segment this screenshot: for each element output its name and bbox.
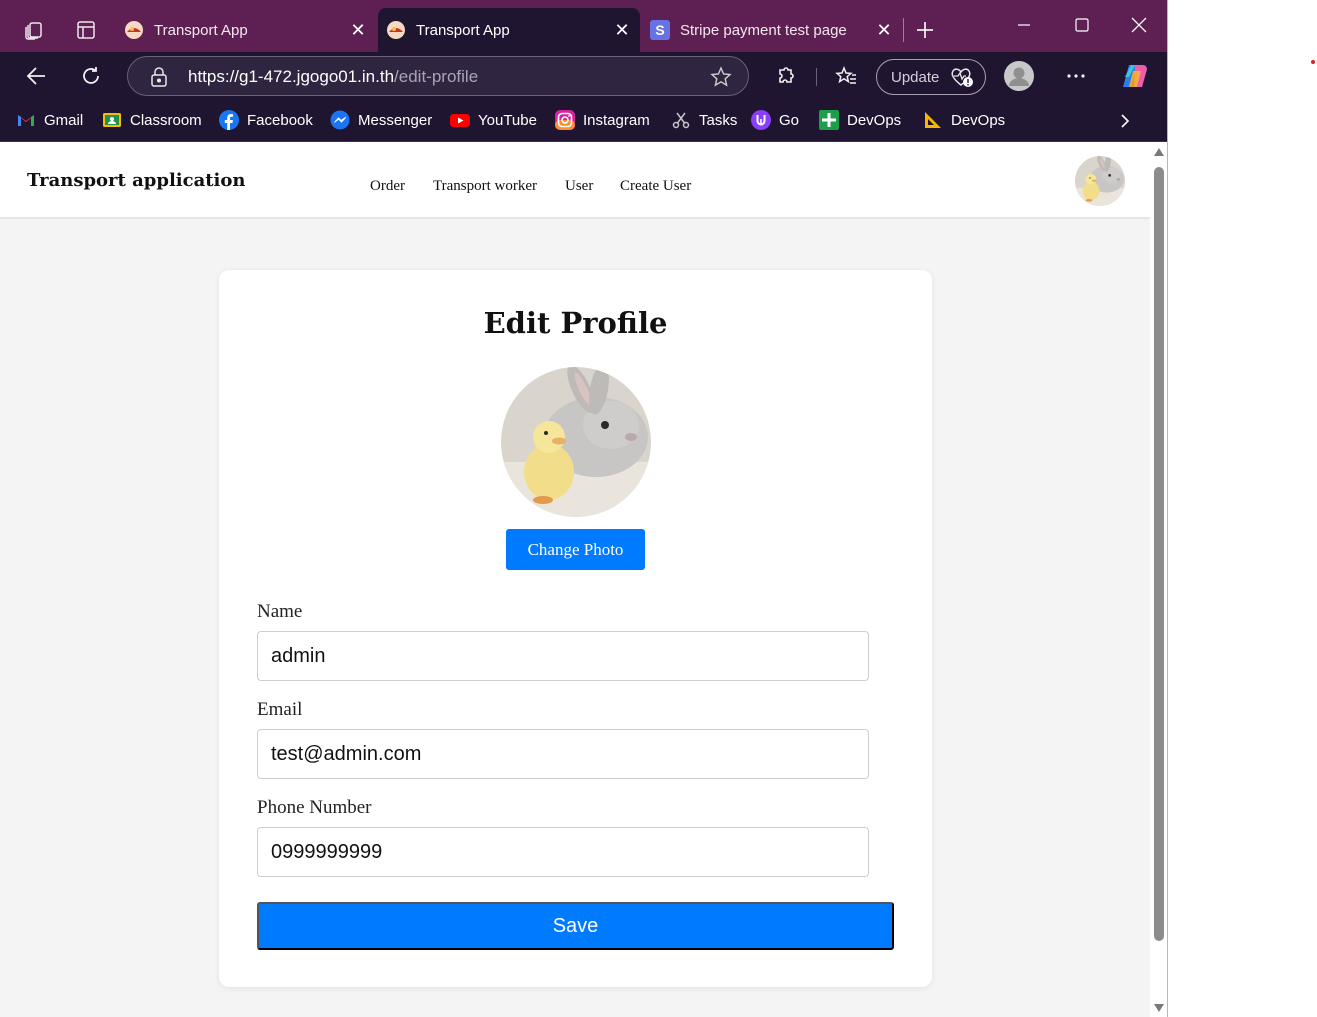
bookmark-go[interactable]: Go: [751, 108, 799, 132]
tab-actions-icon[interactable]: [66, 10, 106, 50]
tab-transport-app-2[interactable]: Transport App ✕: [378, 8, 640, 52]
profile-photo: [501, 367, 651, 517]
tab-transport-app-1[interactable]: Transport App ✕: [114, 8, 376, 52]
favorites-icon[interactable]: [826, 56, 866, 96]
email-label: Email: [257, 699, 303, 720]
edit-profile-card: Edit Profile Change Photo Name admin Ema…: [219, 270, 932, 987]
close-window-icon[interactable]: [1111, 2, 1167, 48]
save-button[interactable]: Save: [257, 902, 894, 950]
tab-title: Transport App: [416, 21, 510, 39]
refresh-icon[interactable]: [71, 56, 111, 96]
tab-title: Transport App: [154, 21, 248, 39]
bookmark-instagram[interactable]: Instagram: [555, 108, 650, 132]
new-tab-icon[interactable]: [906, 12, 944, 48]
transport-app-favicon-icon: [387, 21, 405, 39]
svg-text:S: S: [655, 22, 664, 38]
address-bar[interactable]: https://g1-472.jgogo01.in.th/edit-profil…: [127, 56, 749, 96]
workspaces-icon[interactable]: [14, 10, 54, 50]
toolbar-divider: [816, 68, 817, 86]
more-options-icon[interactable]: [1056, 56, 1096, 96]
gmail-icon: [18, 115, 34, 126]
profile-avatar-icon[interactable]: [999, 56, 1039, 96]
scroll-down-icon[interactable]: [1153, 1003, 1165, 1013]
browser-health-icon: [951, 68, 974, 87]
minimize-icon[interactable]: [996, 2, 1052, 48]
notification-dot: [1311, 60, 1315, 64]
close-tab-icon[interactable]: ✕: [610, 18, 634, 42]
devops-ruler-icon: [925, 112, 941, 128]
browser-toolbar: https://g1-472.jgogo01.in.th/edit-profil…: [0, 52, 1167, 100]
bookmark-youtube[interactable]: YouTube: [450, 108, 537, 132]
stripe-favicon-icon: S: [650, 20, 670, 40]
close-tab-icon[interactable]: ✕: [872, 18, 896, 42]
bookmark-classroom[interactable]: Classroom: [102, 108, 202, 132]
update-label: Update: [891, 68, 940, 86]
update-button[interactable]: Update: [876, 59, 986, 95]
browser-window: Transport App ✕ Transport App ✕ S Stripe…: [0, 0, 1168, 1017]
back-icon[interactable]: [16, 56, 56, 96]
close-tab-icon[interactable]: ✕: [346, 18, 370, 42]
scrollbar-thumb[interactable]: [1154, 167, 1164, 941]
user-avatar[interactable]: [1075, 156, 1125, 206]
transport-app-favicon-icon: [125, 21, 143, 39]
bookmark-facebook[interactable]: Facebook: [219, 108, 313, 132]
tab-divider: [903, 18, 904, 42]
go-icon: [751, 110, 771, 130]
bookmark-messenger[interactable]: Messenger: [330, 108, 432, 132]
phone-input[interactable]: 0999999999: [257, 827, 869, 877]
chevron-right-icon[interactable]: [1112, 108, 1138, 134]
bookmark-devops-2[interactable]: DevOps: [923, 108, 1005, 132]
change-photo-button[interactable]: Change Photo: [506, 529, 645, 570]
bookmark-devops-1[interactable]: DevOps: [819, 108, 901, 132]
tab-strip: Transport App ✕ Transport App ✕ S Stripe…: [0, 0, 1167, 52]
bookmarks-bar: Gmail Classroom Facebook Messenger YouTu…: [0, 100, 1167, 142]
lock-icon[interactable]: [148, 66, 170, 88]
nav-link-transport-worker[interactable]: Transport worker: [433, 178, 537, 195]
tab-stripe-test[interactable]: S Stripe payment test page ✕: [640, 8, 902, 52]
page-scrollbar[interactable]: [1150, 143, 1167, 1017]
extensions-icon[interactable]: [765, 56, 805, 96]
phone-label: Phone Number: [257, 797, 372, 818]
url-text: https://g1-472.jgogo01.in.th/edit-profil…: [188, 67, 479, 86]
nav-link-order[interactable]: Order: [370, 178, 405, 195]
app-navbar: Transport application Order Transport wo…: [0, 143, 1150, 219]
name-label: Name: [257, 601, 303, 622]
email-input[interactable]: test@admin.com: [257, 729, 869, 779]
scroll-up-icon[interactable]: [1153, 147, 1165, 157]
classroom-icon: [103, 113, 121, 127]
maximize-icon[interactable]: [1054, 2, 1110, 48]
app-brand[interactable]: Transport application: [27, 170, 246, 191]
messenger-icon: [330, 110, 350, 130]
page-title: Edit Profile: [483, 306, 668, 340]
devops-plus-icon: [819, 110, 839, 130]
bookmark-tasks[interactable]: Tasks: [671, 108, 737, 132]
page-viewport: Transport application Order Transport wo…: [0, 143, 1150, 1017]
tasks-icon: [672, 112, 690, 129]
youtube-icon: [450, 114, 470, 127]
favorite-star-icon[interactable]: [710, 66, 732, 88]
nav-link-user[interactable]: User: [565, 178, 593, 195]
nav-link-create-user[interactable]: Create User: [620, 178, 691, 195]
copilot-icon[interactable]: [1115, 56, 1155, 96]
facebook-icon: [219, 110, 239, 130]
tab-title: Stripe payment test page: [680, 21, 847, 39]
bookmark-gmail[interactable]: Gmail: [16, 108, 83, 132]
name-input[interactable]: admin: [257, 631, 869, 681]
instagram-icon: [555, 110, 575, 130]
